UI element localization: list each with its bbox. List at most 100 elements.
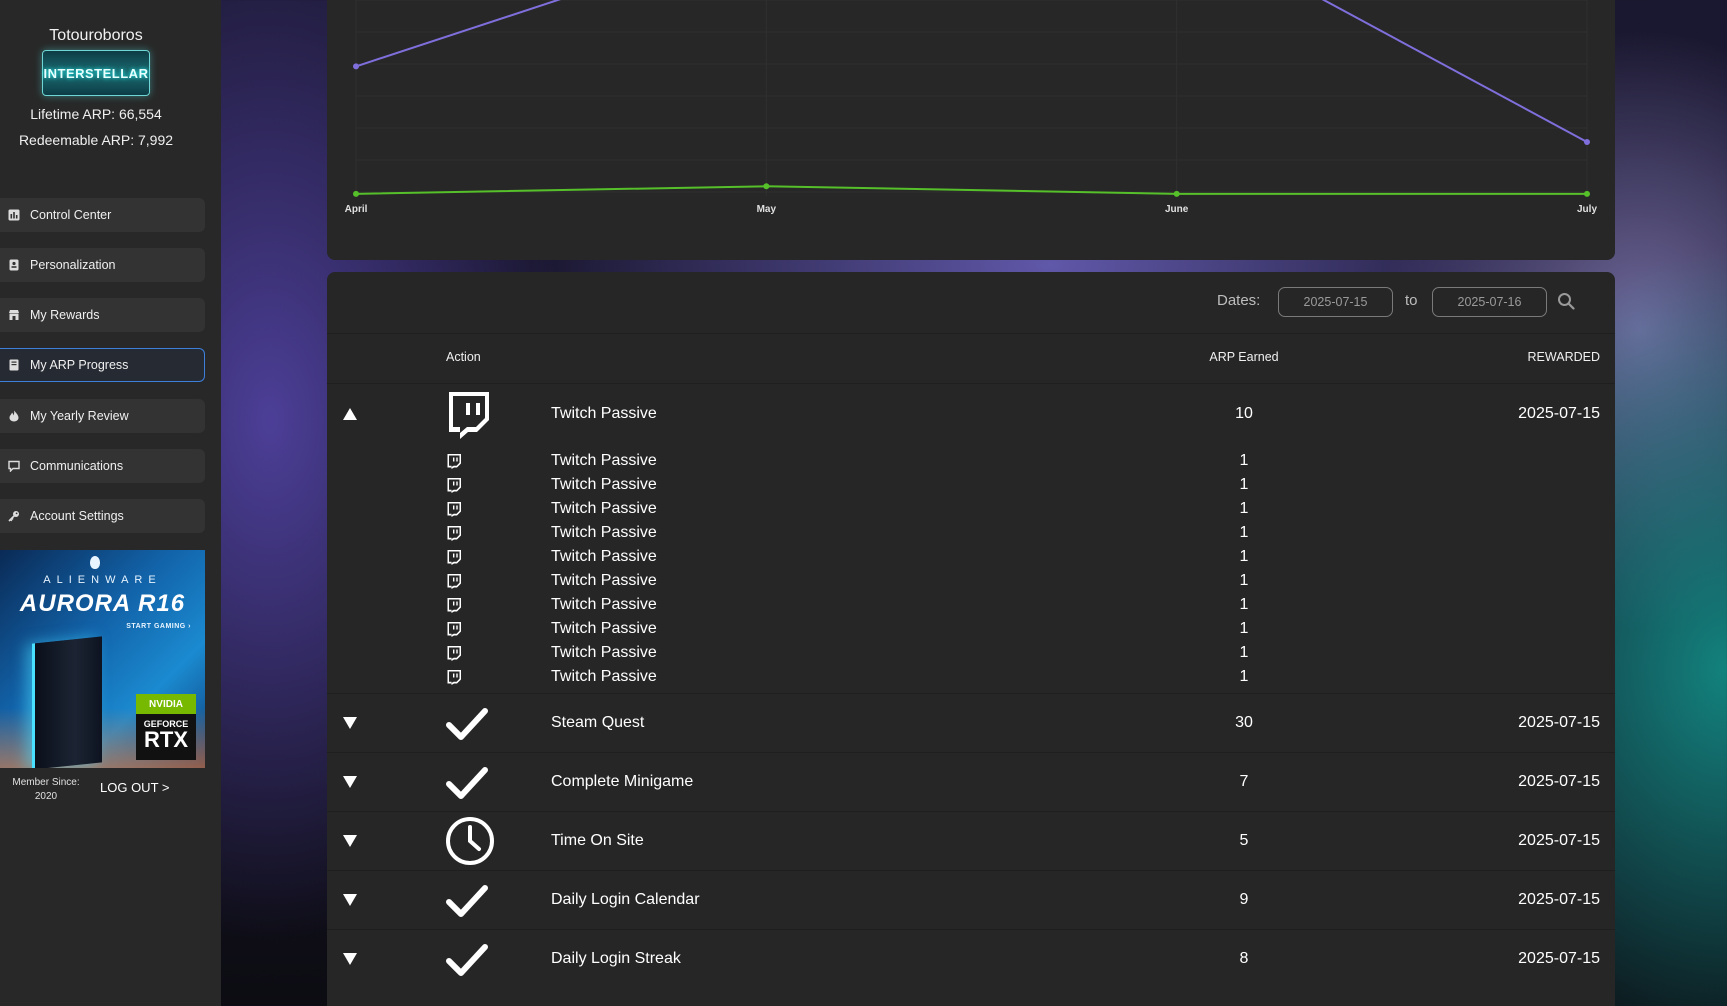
series-line-1	[355, 185, 1587, 195]
member-since: Member Since: 2020	[12, 777, 80, 802]
twitch-icon	[447, 622, 461, 637]
data-point[interactable]	[353, 190, 359, 197]
arp-line-chart	[353, 0, 1590, 197]
checkmark-icon	[446, 885, 488, 917]
sub-row: Twitch Passive 1	[327, 641, 1615, 665]
twitch-icon	[447, 598, 461, 613]
store-icon	[8, 309, 20, 321]
header-action: Action	[446, 350, 481, 364]
data-point[interactable]	[763, 183, 770, 190]
table-row[interactable]: Daily Login Streak 8 2025-07-15	[327, 929, 1615, 988]
book-icon	[8, 359, 20, 371]
nav-label: Personalization	[30, 258, 116, 272]
ad-brand: ALIENWARE	[43, 574, 162, 586]
row-label: Daily Login Streak	[551, 950, 681, 967]
nav-my-rewards[interactable]: My Rewards	[0, 298, 205, 332]
nav-account-settings[interactable]: Account Settings	[0, 499, 205, 533]
series-line-0	[355, 0, 1588, 143]
ad-tagline: START GAMING ›	[126, 623, 191, 630]
sub-row-arp: 1	[1239, 476, 1249, 493]
row-arp: 7	[1239, 773, 1249, 790]
sub-row-label: Twitch Passive	[551, 644, 657, 661]
sub-row-label: Twitch Passive	[551, 500, 657, 517]
collapse-arrow-icon[interactable]	[341, 405, 359, 423]
date-filter-bar: Dates: 2025-07-15 to 2025-07-16	[327, 272, 1615, 334]
twitch-icon	[449, 392, 489, 439]
nav-my-yearly-review[interactable]: My Yearly Review	[0, 399, 205, 433]
row-arp: 10	[1235, 405, 1253, 422]
twitch-icon	[447, 646, 461, 661]
sub-row: Twitch Passive 1	[327, 617, 1615, 641]
expand-arrow-icon[interactable]	[341, 714, 359, 732]
header-rewarded: REWARDED	[1527, 350, 1600, 364]
rank-badge-label: INTERSTELLAR	[43, 65, 149, 81]
row-arp: 30	[1235, 714, 1253, 731]
x-tick-label: May	[756, 204, 777, 215]
rank-badge: INTERSTELLAR	[42, 50, 150, 96]
nav-label: Control Center	[30, 208, 112, 222]
expand-arrow-icon[interactable]	[341, 832, 359, 850]
sub-row-label: Twitch Passive	[551, 548, 657, 565]
row-date: 2025-07-15	[1518, 714, 1600, 731]
to-label: to	[1405, 292, 1418, 309]
sub-row-label: Twitch Passive	[551, 596, 657, 613]
row-arp: 5	[1239, 832, 1249, 849]
header-arp-earned: ARP Earned	[1209, 350, 1279, 364]
row-date: 2025-07-15	[1518, 950, 1600, 967]
data-point[interactable]	[1173, 190, 1180, 197]
table-row[interactable]: Daily Login Calendar 9 2025-07-15	[327, 870, 1615, 929]
sub-row: Twitch Passive 1	[327, 497, 1615, 521]
data-point[interactable]	[1584, 190, 1590, 197]
row-date: 2025-07-15	[1518, 773, 1600, 790]
row-date: 2025-07-15	[1518, 832, 1600, 849]
sidebar: Totouroboros INTERSTELLAR Lifetime ARP: …	[0, 0, 221, 1006]
sub-row-arp: 1	[1239, 524, 1249, 541]
badge-icon	[8, 259, 20, 271]
date-to-input[interactable]: 2025-07-16	[1432, 287, 1547, 317]
lifetime-arp: Lifetime ARP: 66,554	[30, 106, 162, 122]
checkmark-icon	[446, 767, 488, 799]
row-label: Complete Minigame	[551, 773, 694, 790]
twitch-icon	[447, 574, 461, 589]
sub-row-label: Twitch Passive	[551, 620, 657, 637]
twitch-icon	[447, 454, 461, 469]
sub-row-arp: 1	[1239, 548, 1249, 565]
table-row[interactable]: Steam Quest 30 2025-07-15	[327, 693, 1615, 752]
x-tick-label: April	[344, 204, 368, 215]
table-row[interactable]: Complete Minigame 7 2025-07-15	[327, 752, 1615, 811]
fire-icon	[8, 410, 20, 422]
twitch-icon	[447, 478, 461, 493]
data-point[interactable]	[1584, 139, 1590, 145]
row-label: Steam Quest	[551, 714, 645, 731]
alienware-ad-banner[interactable]: ALIENWARE AURORA R16 START GAMING › NVID…	[0, 550, 205, 768]
sub-row-label: Twitch Passive	[551, 668, 657, 685]
table-row[interactable]: Time On Site 5 2025-07-15	[327, 811, 1615, 870]
nav-label: My Yearly Review	[30, 409, 129, 423]
nav-communications[interactable]: Communications	[0, 449, 205, 483]
row-label: Time On Site	[551, 832, 644, 849]
expand-arrow-icon[interactable]	[341, 950, 359, 968]
nav-control-center[interactable]: Control Center	[0, 198, 205, 232]
table-row-expanded[interactable]: Twitch Passive 10 2025-07-15	[327, 383, 1615, 443]
arp-history-panel: Dates: 2025-07-15 to 2025-07-16 Action A…	[327, 272, 1615, 1006]
sub-row-arp: 1	[1239, 620, 1249, 637]
nav-my-arp-progress[interactable]: My ARP Progress	[0, 348, 205, 382]
sub-row: Twitch Passive 1	[327, 521, 1615, 545]
row-label: Daily Login Calendar	[551, 891, 700, 908]
logout-link[interactable]: LOG OUT >	[100, 780, 169, 795]
nav-personalization[interactable]: Personalization	[0, 248, 205, 282]
data-point[interactable]	[353, 63, 359, 70]
geforce-rtx-logo: GEFORCE RTX	[136, 714, 196, 760]
search-icon[interactable]	[1557, 292, 1575, 310]
date-from-input[interactable]: 2025-07-15	[1278, 287, 1393, 317]
row-date: 2025-07-15	[1518, 891, 1600, 908]
twitch-icon	[447, 670, 461, 685]
dashboard-icon	[8, 209, 20, 221]
nav-label: My Rewards	[30, 308, 100, 322]
expand-arrow-icon[interactable]	[341, 773, 359, 791]
expand-arrow-icon[interactable]	[341, 891, 359, 909]
twitch-icon	[447, 502, 461, 517]
sub-row-arp: 1	[1239, 452, 1249, 469]
sub-row-label: Twitch Passive	[551, 572, 657, 589]
twitch-icon	[447, 526, 461, 541]
